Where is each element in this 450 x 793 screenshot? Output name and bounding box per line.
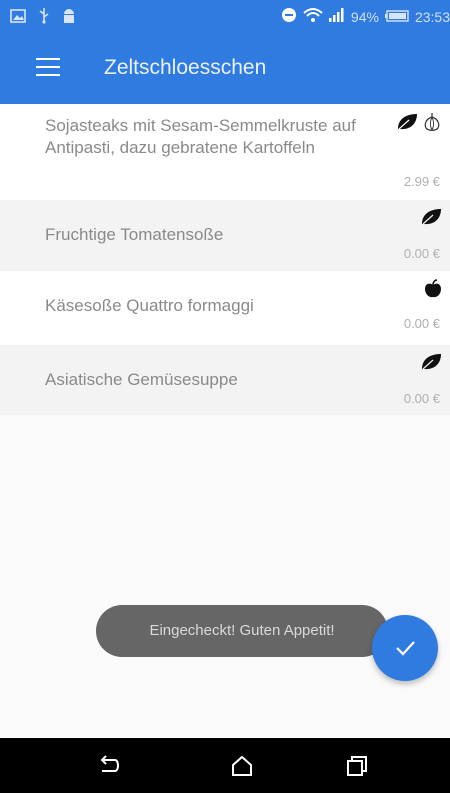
dish-price: 0.00 € [403, 246, 440, 261]
navigation-bar [0, 738, 450, 793]
image-icon [10, 9, 26, 28]
list-item[interactable]: Fruchtige Tomatensoße 0.00 € [0, 200, 450, 271]
dish-name: Fruchtige Tomatensoße [45, 225, 224, 244]
back-icon[interactable] [97, 755, 121, 777]
diet-icons [424, 279, 442, 304]
signal-icon [328, 8, 345, 25]
diet-icons [396, 112, 442, 137]
dish-price: 0.00 € [403, 316, 440, 331]
status-right-icons: 94% 23:53 [281, 7, 450, 26]
list-item[interactable]: Asiatische Gemüsesuppe 0.00 € [0, 345, 450, 415]
page-title: Zeltschloesschen [104, 56, 267, 79]
battery-percent: 94% [350, 8, 379, 25]
garlic-icon [422, 112, 442, 137]
list-item[interactable]: Sojasteaks mit Sesam-Semmelkruste auf An… [0, 104, 450, 200]
battery-icon [384, 9, 409, 25]
apple-icon [424, 279, 442, 304]
leaf-icon [396, 113, 418, 136]
recents-icon[interactable] [346, 755, 370, 777]
leaf-icon [420, 353, 442, 376]
list-item[interactable]: Käsesoße Quattro formaggi 0.00 € [0, 271, 450, 345]
home-icon[interactable] [231, 755, 255, 777]
dish-price: 2.99 € [403, 174, 440, 189]
checkmark-icon [396, 641, 415, 656]
dish-price: 0.00 € [403, 391, 440, 406]
clock: 23:53 [414, 8, 450, 25]
menu-list: Sojasteaks mit Sesam-Semmelkruste auf An… [0, 104, 450, 415]
leaf-icon [420, 208, 442, 231]
android-icon [62, 8, 76, 29]
do-not-disturb-icon [281, 7, 297, 26]
toast-message: Eingecheckt! Guten Appetit! [96, 605, 388, 657]
status-bar: 94% 23:53 [0, 0, 450, 34]
dish-name: Käsesoße Quattro formaggi [45, 296, 254, 315]
status-left-icons [10, 8, 76, 29]
diet-icons [420, 353, 442, 376]
checkin-button[interactable] [372, 615, 438, 681]
diet-icons [420, 208, 442, 231]
dish-name: Asiatische Gemüsesuppe [45, 370, 238, 389]
app-bar: Zeltschloesschen [0, 34, 450, 104]
usb-icon [38, 8, 50, 29]
dish-name: Sojasteaks mit Sesam-Semmelkruste auf An… [45, 116, 356, 157]
hamburger-menu-icon[interactable] [36, 58, 60, 78]
wifi-icon [303, 7, 323, 26]
